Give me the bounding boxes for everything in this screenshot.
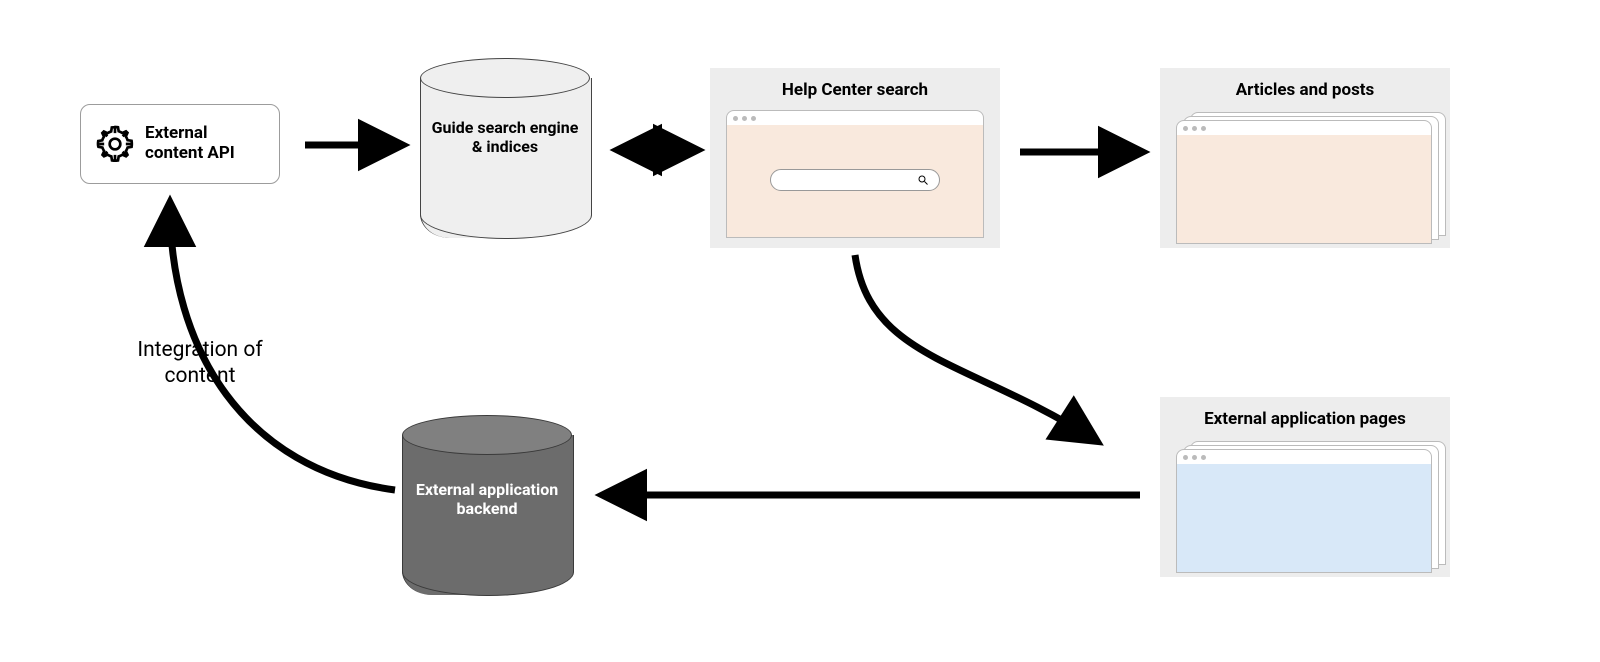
- node-external-application-pages: External application pages: [1160, 397, 1450, 577]
- browser-mock: [726, 110, 984, 238]
- node-label: External application backend: [402, 480, 572, 518]
- window-controls-icon: [1177, 121, 1431, 135]
- window-controls-icon: [727, 111, 983, 125]
- node-label: Guide search engine & indices: [420, 118, 590, 156]
- panel-title: Articles and posts: [1176, 80, 1434, 100]
- node-label: External content API: [145, 124, 265, 163]
- node-guide-search-db: Guide search engine & indices: [420, 58, 590, 238]
- edge-helpcenter-to-extpages: [855, 255, 1095, 440]
- gear-icon: [95, 124, 135, 164]
- search-icon: [917, 174, 929, 186]
- search-input-mock: [770, 169, 940, 191]
- node-articles-and-posts: Articles and posts: [1160, 68, 1450, 248]
- node-external-application-backend: External application backend: [402, 415, 572, 595]
- panel-title: Help Center search: [726, 80, 984, 100]
- window-controls-icon: [1177, 450, 1431, 464]
- diagram-canvas: External content API Guide search engine…: [0, 0, 1600, 662]
- node-external-content-api: External content API: [80, 104, 280, 184]
- edge-label-integration: Integration of content: [130, 337, 270, 390]
- browser-mock: [1176, 120, 1432, 244]
- browser-mock: [1176, 449, 1432, 573]
- panel-title: External application pages: [1176, 409, 1434, 429]
- node-help-center-search: Help Center search: [710, 68, 1000, 248]
